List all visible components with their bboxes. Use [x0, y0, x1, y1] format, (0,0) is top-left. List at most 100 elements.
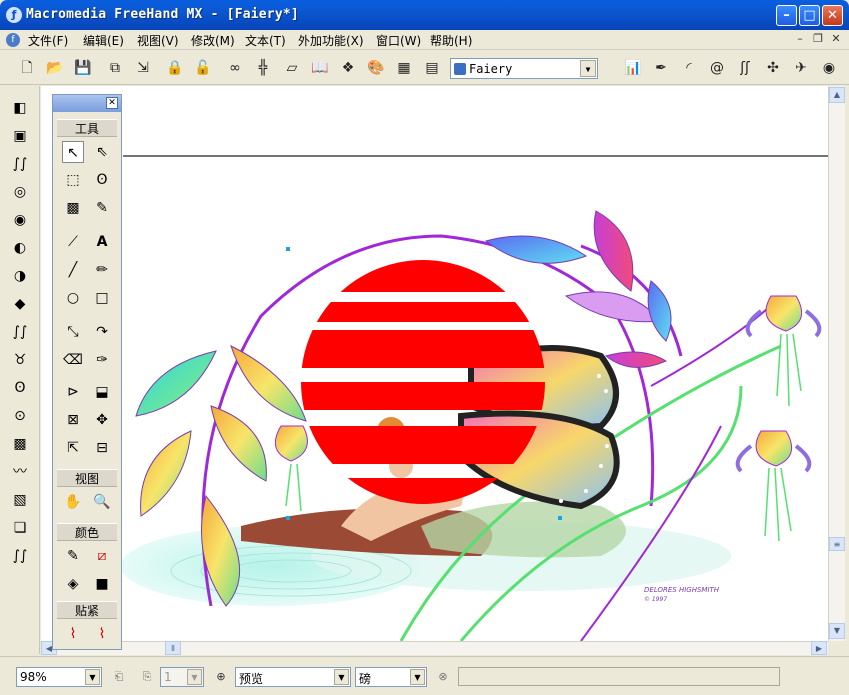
rectangle-tool-icon[interactable]: □: [91, 287, 113, 309]
reverse-direction-icon[interactable]: ♉: [9, 350, 31, 370]
next-page-icon[interactable]: ⎘: [138, 668, 156, 686]
import-icon[interactable]: ⧉: [104, 57, 126, 79]
doc-close-button[interactable]: ✕: [828, 32, 844, 47]
crop-icon[interactable]: ◑: [9, 266, 31, 286]
close-button[interactable]: ✕: [822, 5, 843, 26]
scroll-thumb-horizontal[interactable]: ⦀: [165, 641, 181, 655]
snap-to-point-icon[interactable]: ⌇: [62, 623, 84, 645]
page-tool-icon[interactable]: ⬚: [62, 169, 84, 191]
cancel-render-icon[interactable]: ⊗: [434, 668, 452, 686]
chevron-down-icon[interactable]: ▼: [187, 669, 202, 685]
horizontal-scrollbar[interactable]: ◀ ⦀ ▶: [41, 641, 828, 655]
menu-edit[interactable]: 编辑(E): [83, 32, 124, 49]
blend-icon[interactable]: ∫∫: [9, 154, 31, 174]
freeform-tool-icon[interactable]: ↷: [91, 321, 113, 343]
knife-tool-icon[interactable]: ✑: [91, 349, 113, 371]
graphic-hose-icon[interactable]: ⊠: [62, 409, 84, 431]
artwork-illustration[interactable]: DELORES HIGHSMITH © 1997: [41, 86, 828, 641]
stroke-color-icon[interactable]: ✎: [62, 545, 84, 567]
intersect-icon[interactable]: ◧: [9, 98, 31, 118]
remove-overlap-icon[interactable]: ʘ: [9, 378, 31, 398]
zoom-tool-icon[interactable]: 🔍: [91, 491, 113, 513]
tools-panel-titlebar[interactable]: ✕: [53, 95, 121, 112]
library-icon[interactable]: 📖: [309, 57, 331, 79]
simplify-icon[interactable]: ⊙: [9, 406, 31, 426]
prev-page-icon[interactable]: ⎗: [110, 668, 128, 686]
fill-swatch-icon[interactable]: ■: [91, 573, 113, 595]
swatches-icon[interactable]: 🎨: [365, 57, 387, 79]
document-icon[interactable]: f: [6, 33, 20, 47]
transform-icon[interactable]: ▱: [281, 57, 303, 79]
extrude-tool-icon[interactable]: ⬓: [91, 381, 113, 403]
smudge-tool-icon[interactable]: ✥: [91, 409, 113, 431]
minimize-button[interactable]: –: [776, 5, 797, 26]
link-icon[interactable]: ∞: [224, 57, 246, 79]
scroll-thumb-vertical[interactable]: ≡: [829, 537, 845, 551]
scroll-down-icon[interactable]: ▼: [829, 623, 845, 639]
doc-restore-button[interactable]: ❐: [810, 32, 826, 47]
layers-icon[interactable]: ▤: [421, 57, 443, 79]
join-blend-icon[interactable]: ∫∫: [9, 322, 31, 342]
vertical-scrollbar[interactable]: ▲ ≡ ▼: [828, 86, 845, 641]
spiral-icon[interactable]: @: [706, 57, 728, 79]
pointer-tool-icon[interactable]: ↖: [62, 141, 84, 163]
save-icon[interactable]: 💾: [72, 57, 94, 79]
menu-window[interactable]: 窗口(W): [376, 32, 421, 49]
about-icon[interactable]: ◉: [818, 57, 840, 79]
page-select[interactable]: 1 ▼: [160, 667, 204, 687]
eraser-tool-icon[interactable]: ⌫: [62, 349, 84, 371]
scroll-up-icon[interactable]: ▲: [829, 87, 845, 103]
perspective-icon[interactable]: ✣: [762, 57, 784, 79]
emboss-icon[interactable]: ▧: [9, 490, 31, 510]
maximize-button[interactable]: □: [799, 5, 820, 26]
union-icon[interactable]: ◎: [9, 182, 31, 202]
chart-tool-icon[interactable]: ⊟: [91, 437, 113, 459]
close-icon[interactable]: ✕: [106, 97, 118, 109]
scroll-right-icon[interactable]: ▶: [811, 641, 827, 655]
open-icon[interactable]: 📂: [44, 57, 66, 79]
chevron-down-icon[interactable]: ▼: [580, 60, 596, 77]
subselect-tool-icon[interactable]: ⇖: [91, 141, 113, 163]
inset-path-icon[interactable]: ▣: [9, 126, 31, 146]
view-mode-select[interactable]: 预览 ▼: [235, 667, 351, 687]
align-icon[interactable]: ╬: [252, 57, 274, 79]
fill-color-icon[interactable]: ◈: [62, 573, 84, 595]
envelope-icon[interactable]: ʃʃ: [734, 57, 756, 79]
lock-icon[interactable]: 🔒: [164, 57, 186, 79]
connector-tool-icon[interactable]: ⇱: [62, 437, 84, 459]
arc-icon[interactable]: ◜: [678, 57, 700, 79]
document-canvas[interactable]: DELORES HIGHSMITH © 1997: [41, 86, 828, 641]
menu-modify[interactable]: 修改(M): [191, 32, 235, 49]
line-tool-icon[interactable]: ╱: [62, 259, 84, 281]
menu-view[interactable]: 视图(V): [137, 32, 179, 49]
freehand-app-icon[interactable]: ƒ: [6, 7, 22, 23]
chevron-down-icon[interactable]: ▼: [334, 669, 349, 685]
new-icon[interactable]: 🗋: [16, 57, 38, 79]
menu-file[interactable]: 文件(F): [28, 32, 68, 49]
hand-tool-icon[interactable]: ✋: [62, 491, 84, 513]
pen-tool-icon[interactable]: ⟋: [62, 231, 84, 253]
snap-to-guide-icon[interactable]: ⌇: [91, 623, 113, 645]
punch-icon[interactable]: ◐: [9, 238, 31, 258]
menu-help[interactable]: 帮助(H): [430, 32, 472, 49]
transparency-icon[interactable]: ◆: [9, 294, 31, 314]
fractalize-icon[interactable]: 〰: [9, 462, 31, 482]
export-icon[interactable]: ⇲: [132, 57, 154, 79]
shadow-icon[interactable]: ❏: [9, 518, 31, 538]
scale-tool-icon[interactable]: ⤡: [62, 321, 84, 343]
text-tool-icon[interactable]: A: [91, 231, 113, 253]
chart-icon[interactable]: 📊: [622, 57, 644, 79]
chevron-down-icon[interactable]: ▼: [85, 669, 100, 685]
units-select[interactable]: 磅 ▼: [355, 667, 427, 687]
pencil-tool-icon[interactable]: ✏: [91, 259, 113, 281]
menu-text[interactable]: 文本(T): [245, 32, 286, 49]
stroke-swatch-icon[interactable]: ⧄: [91, 545, 113, 567]
menu-xtras[interactable]: 外加功能(X): [298, 32, 364, 49]
document-select[interactable]: Faiery ▼: [450, 58, 598, 79]
add-page-icon[interactable]: ⊕: [212, 668, 230, 686]
mirror-tool-icon[interactable]: ⊳: [62, 381, 84, 403]
symbols-icon[interactable]: ❖: [337, 57, 359, 79]
divide-icon[interactable]: ◉: [9, 210, 31, 230]
zoom-select[interactable]: 98% ▼: [16, 667, 102, 687]
fisheye-icon[interactable]: ✈: [790, 57, 812, 79]
